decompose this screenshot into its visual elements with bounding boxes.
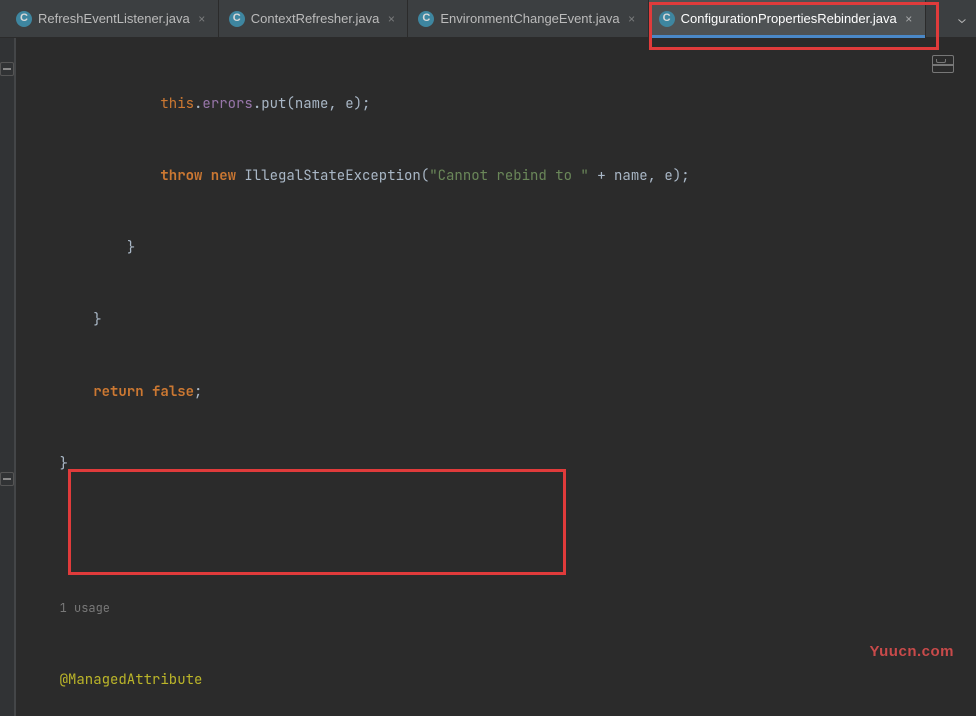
close-icon[interactable]: × — [626, 13, 638, 25]
tabs-overflow-button[interactable]: ⌄ — [948, 0, 976, 37]
tab-configuration-properties-rebinder[interactable]: C ConfigurationPropertiesRebinder.java × — [649, 0, 926, 37]
close-icon[interactable]: × — [903, 13, 915, 25]
tab-label: ContextRefresher.java — [251, 11, 380, 26]
tab-label: ConfigurationPropertiesRebinder.java — [681, 11, 897, 26]
fold-handle-icon[interactable] — [0, 472, 14, 486]
reader-mode-icon[interactable] — [932, 55, 954, 73]
close-icon[interactable]: × — [196, 13, 208, 25]
fold-handle-icon[interactable] — [0, 62, 14, 76]
tab-label: RefreshEventListener.java — [38, 11, 190, 26]
watermark-text: Yuucn.com — [869, 643, 954, 660]
java-class-icon: C — [229, 11, 245, 27]
tab-label: EnvironmentChangeEvent.java — [440, 11, 619, 26]
tab-context-refresher[interactable]: C ContextRefresher.java × — [219, 0, 409, 37]
gutter[interactable] — [0, 38, 16, 716]
java-class-icon: C — [659, 11, 675, 27]
code-editor[interactable]: this.errors.put(name, e); throw new Ille… — [16, 38, 976, 716]
tab-environment-change-event[interactable]: C EnvironmentChangeEvent.java × — [408, 0, 648, 37]
editor-area: this.errors.put(name, e); throw new Ille… — [0, 38, 976, 716]
close-icon[interactable]: × — [385, 13, 397, 25]
annotation-highlight-code — [68, 469, 566, 575]
java-class-icon: C — [16, 11, 32, 27]
java-class-icon: C — [418, 11, 434, 27]
tab-refresh-event-listener[interactable]: C RefreshEventListener.java × — [6, 0, 219, 37]
editor-tabs: C RefreshEventListener.java × C ContextR… — [0, 0, 976, 38]
